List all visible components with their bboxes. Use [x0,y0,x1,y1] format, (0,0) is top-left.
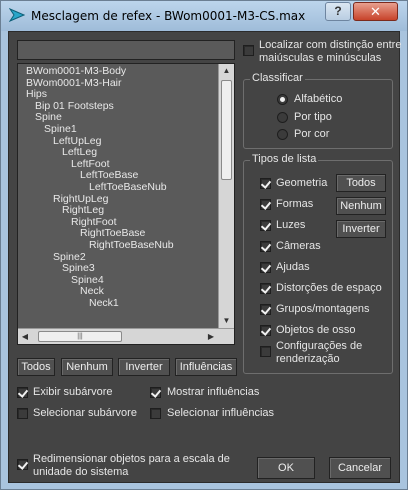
type-helpers-checkbox[interactable] [260,262,271,273]
select-subtree-label: Selecionar subárvore [33,407,137,419]
list-types-group-title: Tipos de lista [250,153,319,165]
3dsmax-app-icon [9,8,25,22]
type-bones-label: Objetos de osso [276,324,356,336]
tree-item[interactable]: LeftToeBaseNub [18,181,218,194]
select-influences-checkbox[interactable] [150,408,161,419]
scroll-down-arrow-icon[interactable]: ▼ [219,314,234,328]
type-shapes-checkbox[interactable] [260,199,271,210]
case-sensitive-label-line1: Localizar com distinção entre [259,39,402,51]
type-cameras-label: Câmeras [276,240,321,252]
type-render-settings-label-line2: renderização [276,353,340,365]
tree-item[interactable]: LeftUpLeg [18,135,218,148]
tree-item[interactable]: RightLeg [18,205,218,217]
tree-item[interactable]: RightUpLeg [18,193,218,206]
scroll-up-arrow-icon[interactable]: ▲ [219,64,234,78]
ok-button[interactable]: OK [257,457,315,479]
tree-item[interactable]: Spine3 [18,262,218,275]
type-space-warps-checkbox[interactable] [260,283,271,294]
select-subtree-checkbox[interactable] [17,408,28,419]
show-subtree-label: Exibir subárvore [33,386,113,398]
sort-by-color-radio[interactable] [277,129,288,140]
sort-group-title: Classificar [250,72,305,84]
type-geometry-checkbox[interactable] [260,178,271,189]
type-render-settings-label-line1: Configurações de [276,340,363,352]
scroll-left-arrow-icon[interactable]: ◀ [18,329,32,344]
help-button[interactable]: ? [325,2,351,21]
type-shapes-label: Formas [276,198,314,210]
types-invert-button[interactable]: Inverter [336,220,386,238]
sort-alphabetical-label: Alfabético [294,93,343,105]
show-influences-checkbox[interactable] [150,387,161,398]
type-lights-checkbox[interactable] [260,220,271,231]
select-none-button[interactable]: Nenhum [61,358,113,376]
scroll-right-arrow-icon[interactable]: ▶ [204,329,218,344]
show-influences-label: Mostrar influências [167,386,260,398]
sort-by-type-radio[interactable] [277,112,288,123]
tree-item[interactable]: BWom0001-M3-Hair [18,77,218,90]
sort-group: Classificar Alfabético Por tipo Por cor [243,72,393,149]
invert-selection-button[interactable]: Inverter [118,358,170,376]
influences-button[interactable]: Influências [175,358,237,376]
title-bar[interactable]: Mesclagem de refex - BWom0001-M3-CS.max … [1,1,407,31]
type-geometry-label: Geometria [276,177,328,189]
close-button[interactable]: ✕ [353,2,398,21]
dialog-window: Mesclagem de refex - BWom0001-M3-CS.max … [0,0,408,490]
horizontal-scrollbar[interactable]: ◀ ||| ▶ [18,328,234,344]
case-sensitive-checkbox[interactable] [243,45,254,56]
list-types-group: Tipos de lista Geometria Formas Luzes Câ… [243,153,393,374]
tree-item[interactable]: Spine1 [18,123,218,136]
vertical-scrollbar[interactable]: ▲ ▼ [218,64,234,328]
type-helpers-label: Ajudas [276,261,310,273]
tree-item[interactable]: BWom0001-M3-Body [18,66,218,78]
tree-item[interactable]: RightToeBaseNub [18,239,218,252]
dialog-body: BWom0001-M3-Body BWom0001-M3-Hair Hips Bip … [8,31,402,483]
rescale-objects-checkbox[interactable] [17,459,28,470]
horizontal-scroll-thumb[interactable]: ||| [38,331,122,342]
sort-by-color-label: Por cor [294,128,330,140]
sort-alphabetical-radio[interactable] [277,94,288,105]
tree-item[interactable]: LeftLeg [18,147,218,159]
sort-by-type-label: Por tipo [294,111,332,123]
select-all-button[interactable]: Todos [17,358,55,376]
types-none-button[interactable]: Nenhum [336,197,386,215]
tree-item[interactable]: Neck1 [18,297,218,310]
type-lights-label: Luzes [276,219,306,231]
tree-item[interactable]: Spine4 [18,274,218,287]
type-bones-checkbox[interactable] [260,325,271,336]
object-list[interactable]: BWom0001-M3-Body BWom0001-M3-Hair Hips Bip … [17,63,235,345]
vertical-scroll-thumb[interactable] [221,80,232,180]
search-input[interactable] [17,40,235,60]
rescale-objects-label-line1: Redimensionar objetos para a escala de [33,453,230,465]
type-render-settings-checkbox[interactable] [260,346,271,357]
type-groups-label: Grupos/montagens [276,303,370,315]
type-space-warps-label: Distorções de espaço [276,282,382,294]
types-all-button[interactable]: Todos [336,174,386,192]
case-sensitive-label-line2: maiúsculas e minúsculas [259,52,382,64]
type-cameras-checkbox[interactable] [260,241,271,252]
show-subtree-checkbox[interactable] [17,387,28,398]
rescale-objects-label-line2: unidade do sistema [33,466,129,478]
type-groups-checkbox[interactable] [260,304,271,315]
cancel-button[interactable]: Cancelar [329,457,391,479]
select-influences-label: Selecionar influências [167,407,275,419]
window-title: Mesclagem de refex - BWom0001-M3-CS.max [31,9,306,23]
tree-item[interactable]: Spine2 [18,251,218,264]
object-tree[interactable]: BWom0001-M3-Body BWom0001-M3-Hair Hips Bip … [18,66,218,328]
